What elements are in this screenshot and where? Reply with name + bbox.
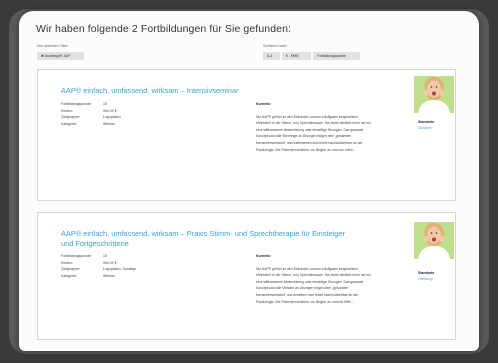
- course-card[interactable]: AAP® einfach, umfassend, wirksam – Inten…: [37, 69, 456, 201]
- category-value: Stimme: [103, 273, 115, 278]
- location-label: Standorte: [418, 120, 435, 124]
- summary-label: Kurzinfo:: [256, 254, 271, 258]
- points-label: Fortbildungspunkte:: [61, 254, 92, 258]
- cost-label: Kosten:: [61, 108, 73, 113]
- course-details: Fortbildungspunkte: 15 Kosten: 390,00 € Zi…: [61, 101, 121, 127]
- course-details: Fortbildungspunkte: 15 Kosten: 390,00 € Zi…: [61, 253, 136, 279]
- cost-label: Kosten:: [61, 260, 73, 265]
- points-value: 15: [103, 102, 107, 106]
- course-summary: Kurzinfo: Die AAP® gehört zu den führend…: [256, 101, 374, 153]
- points-value: 15: [103, 254, 107, 258]
- course-summary: Kurzinfo: Die AAP® gehört zu den führend…: [256, 253, 374, 305]
- summary-text: Die AAP® gehört zu den führenden und am …: [256, 266, 372, 304]
- sort-label: Sortieren nach:: [263, 44, 288, 48]
- sort-option-price[interactable]: € - €€€€: [282, 52, 311, 60]
- filters-label: Ihre aktuellen Filter:: [37, 44, 69, 48]
- cost-value: 390,00 €: [103, 108, 117, 113]
- location-link[interactable]: Hamburg: [418, 277, 432, 281]
- course-card[interactable]: AAP® einfach, umfassend, wirksam – Praxi…: [37, 212, 456, 340]
- summary-text: Die AAP® gehört zu den führenden und am …: [256, 114, 372, 152]
- summary-label: Kurzinfo:: [256, 102, 271, 106]
- avatar-image: [414, 76, 454, 113]
- course-title-link[interactable]: AAP® einfach, umfassend, wirksam – Praxi…: [61, 229, 346, 248]
- course-title-link[interactable]: AAP® einfach, umfassend, wirksam – Inten…: [61, 86, 346, 96]
- target-label: Zielgruppen:: [61, 267, 81, 272]
- location-link[interactable]: München: [418, 126, 432, 130]
- location-label: Standorte: [418, 271, 435, 275]
- sort-option-points[interactable]: Fortbildungspunkte: [313, 52, 360, 60]
- cost-value: 390,00 €: [103, 260, 117, 265]
- target-value: Logopäden, Sonstige: [103, 267, 137, 272]
- target-label: Zielgruppen:: [61, 115, 81, 120]
- points-label: Fortbildungspunkte:: [61, 102, 92, 106]
- category-value: Stimme: [103, 121, 115, 126]
- category-label: Kategorie:: [61, 273, 77, 278]
- filter-chip-search[interactable]: ✖ Suchbegriff: AAP: [37, 52, 84, 60]
- results-heading: Wir haben folgende 2 Fortbildungen für S…: [36, 23, 292, 35]
- category-label: Kategorie:: [61, 121, 77, 126]
- sort-option-az[interactable]: A-Z: [263, 52, 280, 60]
- avatar-image: [414, 222, 454, 259]
- target-value: Logopäden: [103, 115, 121, 120]
